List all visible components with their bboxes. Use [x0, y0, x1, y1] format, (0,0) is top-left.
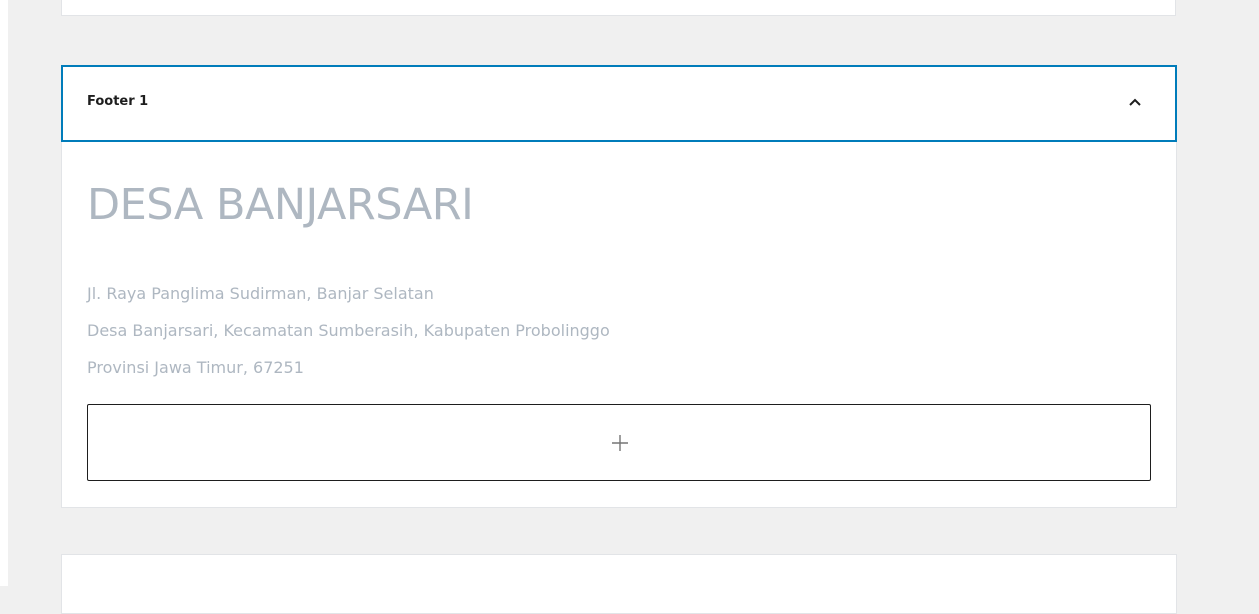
plus-icon [612, 435, 628, 451]
panel-header-toggle[interactable]: Footer 1 [61, 65, 1177, 142]
add-block-button[interactable] [87, 404, 1151, 481]
footer-panel: Footer 1 DESA BANJARSARI Jl. Raya Pangli… [61, 65, 1177, 508]
address-line: Jl. Raya Panglima Sudirman, Banjar Selat… [87, 284, 434, 303]
panel-title: Footer 1 [87, 94, 149, 109]
address-line: Desa Banjarsari, Kecamatan Sumberasih, K… [87, 321, 610, 340]
previous-panel [61, 0, 1176, 16]
next-panel [61, 554, 1177, 614]
left-gutter [0, 0, 8, 586]
address-block[interactable]: Jl. Raya Panglima Sudirman, Banjar Selat… [87, 275, 610, 386]
site-name-heading[interactable]: DESA BANJARSARI [87, 184, 474, 227]
address-line: Provinsi Jawa Timur, 67251 [87, 358, 304, 377]
chevron-up-icon[interactable] [1127, 94, 1143, 110]
